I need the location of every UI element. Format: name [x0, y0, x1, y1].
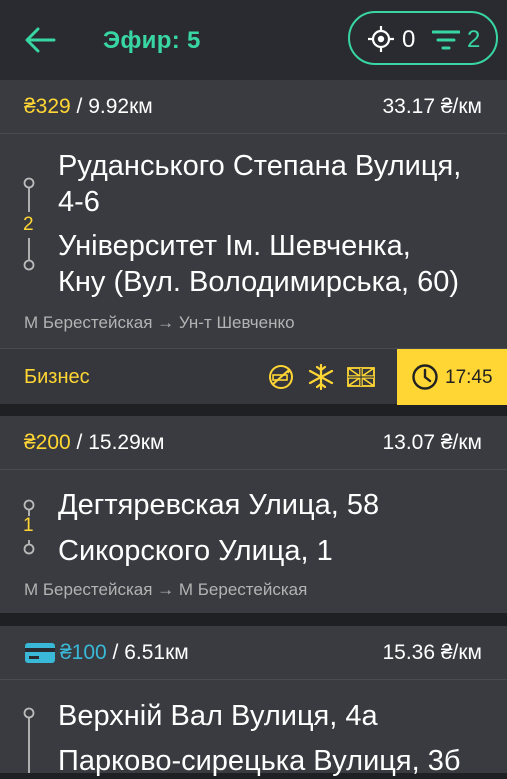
pickup-address: Руданського Степана Вулиця,	[58, 150, 462, 182]
location-target-icon	[368, 26, 394, 52]
snowflake-icon	[308, 364, 334, 390]
stops-count: 1	[23, 515, 34, 536]
no-smoking-icon	[269, 365, 293, 389]
order-price: ₴100 / 6.51км	[60, 641, 189, 665]
pickup-time-badge: 17:45	[397, 349, 507, 405]
pickup-address-line2: 4-6	[58, 186, 100, 218]
uk-flag-icon	[347, 367, 375, 387]
order-price: ₴200 / 15.29км	[24, 431, 164, 455]
order-header: ₴200 / 15.29км 13.07 ₴/км	[0, 416, 507, 470]
stops-count: 2	[23, 214, 34, 235]
credit-card-icon	[25, 643, 55, 663]
dropoff-address-line2: Кну (Вул. Володимирська, 60)	[58, 266, 460, 298]
back-arrow-icon[interactable]	[24, 26, 56, 54]
price-amount: ₴100	[60, 641, 107, 664]
page-title: Эфир: 5	[103, 27, 201, 54]
route-line-icon	[23, 707, 35, 773]
price-per-km: 13.07 ₴/км	[382, 431, 482, 454]
order-footer: Бизнес 17:45	[0, 348, 507, 405]
price-per-km: 15.36 ₴/км	[382, 641, 482, 664]
order-card[interactable]: ₴329 / 9.92км 33.17 ₴/км 2 Руданського С…	[0, 80, 507, 405]
car-class-label: Бизнес	[24, 366, 90, 388]
pickup-time: 17:45	[445, 367, 493, 388]
price-amount: ₴200	[24, 431, 71, 454]
location-count: 0	[402, 26, 416, 53]
order-distance: / 6.51км	[106, 641, 189, 664]
top-bar: Эфир: 5 0 2	[0, 0, 507, 80]
clock-icon	[412, 364, 438, 390]
filter-icon	[432, 30, 460, 50]
dropoff-address: Парково-сирецька Вулиця, 3б	[58, 745, 461, 777]
order-header: ₴100 / 6.51км 15.36 ₴/км	[0, 626, 507, 680]
filter-count: 2	[467, 26, 481, 53]
order-distance: / 9.92км	[70, 95, 153, 118]
order-header: ₴329 / 9.92км 33.17 ₴/км	[0, 80, 507, 134]
pickup-address: Верхній Вал Вулиця, 4а	[58, 700, 378, 732]
price-amount: ₴329	[24, 95, 71, 118]
dropoff-address: Університет Ім. Шевченка,	[58, 230, 411, 262]
order-card[interactable]: ₴100 / 6.51км 15.36 ₴/км Верхній Вал Вул…	[0, 626, 507, 777]
filter-pill[interactable]: 0 2	[348, 11, 498, 65]
metro-route: М Берестейская → М Берестейская	[24, 580, 308, 599]
order-distance: / 15.29км	[70, 431, 165, 454]
pickup-address: Дегтяревская Улица, 58	[58, 489, 380, 521]
price-per-km: 33.17 ₴/км	[382, 95, 482, 118]
metro-route: М Берестейская → Ун-т Шевченко	[24, 313, 295, 332]
dropoff-address: Сикорского Улица, 1	[58, 535, 333, 567]
order-card[interactable]: ₴200 / 15.29км 13.07 ₴/км 1 Дегтяревская…	[0, 416, 507, 613]
order-price: ₴329 / 9.92км	[24, 95, 153, 119]
